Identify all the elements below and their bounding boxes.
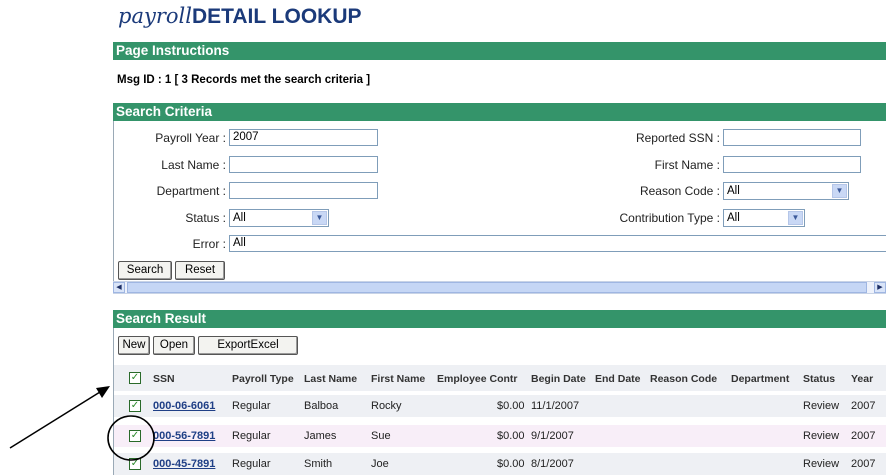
arrow-annotation	[9, 386, 155, 461]
